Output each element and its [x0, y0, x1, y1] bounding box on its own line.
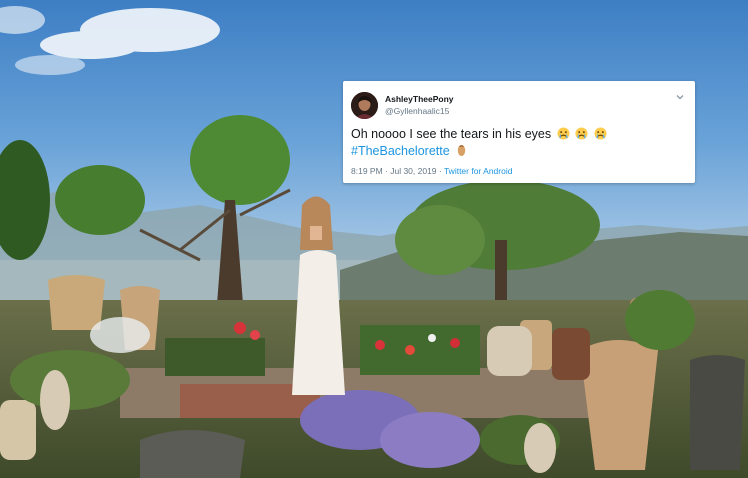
tweet-time[interactable]: 8:19 PM — [351, 166, 383, 176]
tweet-meta: 8:19 PM · Jul 30, 2019 · Twitter for And… — [351, 166, 683, 176]
user-handle[interactable]: @Gyllenhaalic15 — [385, 106, 454, 117]
user-identity: AshleyTheePony @Gyllenhaalic15 — [385, 94, 454, 117]
hashtag-link[interactable]: #TheBachelorette — [351, 144, 450, 158]
tweet-source-link[interactable]: Twitter for Android — [444, 166, 513, 176]
tweet-text: Oh noooo I see the tears in his eyes — [351, 127, 552, 141]
user-avatar[interactable] — [351, 91, 378, 119]
crying-face-emoji-icon — [575, 127, 588, 140]
background-photo — [0, 0, 748, 478]
tweet-body: Oh noooo I see the tears in his eyes #Th… — [351, 126, 683, 160]
tweet-date[interactable]: Jul 30, 2019 — [390, 166, 436, 176]
tweet-embed-card[interactable]: AshleyTheePony @Gyllenhaalic15 Oh noooo … — [343, 81, 695, 183]
crying-face-emoji-icon — [557, 127, 570, 140]
rose-emoji-icon — [457, 144, 466, 157]
tweet-header: AshleyTheePony @Gyllenhaalic15 — [351, 91, 683, 119]
chevron-down-icon[interactable] — [675, 93, 685, 101]
meta-separator: · — [436, 166, 444, 176]
display-name[interactable]: AshleyTheePony — [385, 94, 454, 105]
crying-face-emoji-icon — [594, 127, 607, 140]
